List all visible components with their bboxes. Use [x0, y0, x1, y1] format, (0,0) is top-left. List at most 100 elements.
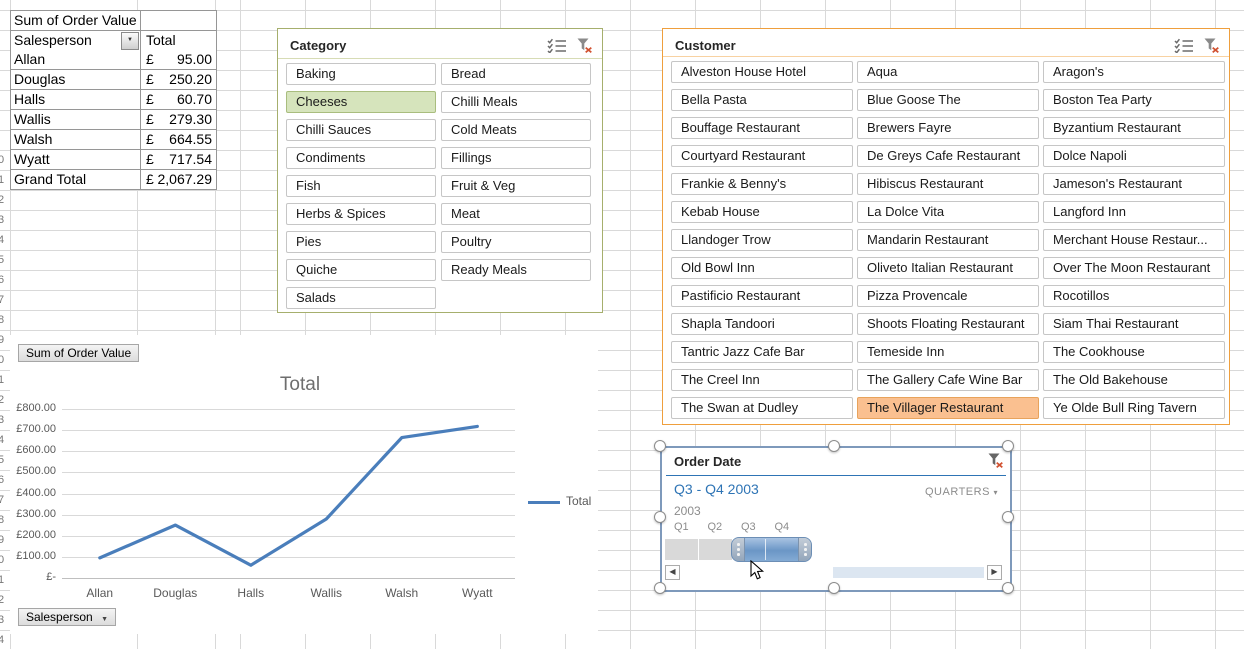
slicer-item[interactable]: Quiche	[286, 259, 436, 281]
slicer-item[interactable]: Cold Meats	[441, 119, 591, 141]
row-number: 7	[0, 490, 7, 510]
row-number: 1	[0, 570, 7, 590]
slicer-item[interactable]: Bella Pasta	[671, 89, 853, 111]
pivot-title-empty-cell	[141, 11, 216, 30]
pivot-row: Wallis£279.30	[11, 109, 216, 129]
timeline-quarter-bar[interactable]	[665, 539, 698, 560]
slicer-item[interactable]: Pastificio Restaurant	[671, 285, 853, 307]
slicer-item[interactable]: Mandarin Restaurant	[857, 229, 1039, 251]
clear-filter-icon[interactable]	[576, 37, 593, 59]
slicer-item[interactable]: Baking	[286, 63, 436, 85]
selection-handle[interactable]	[1002, 511, 1014, 523]
slicer-item[interactable]: Temeside Inn	[857, 341, 1039, 363]
row-number: 3	[0, 410, 7, 430]
slicer-item[interactable]: Merchant House Restaur...	[1043, 229, 1225, 251]
timeline-left-handle[interactable]	[732, 538, 745, 561]
slicer-item[interactable]: The Gallery Cafe Wine Bar	[857, 369, 1039, 391]
slicer-item[interactable]: Aqua	[857, 61, 1039, 83]
slicer-item[interactable]: Chilli Meals	[441, 91, 591, 113]
timeline-scroll-left-button[interactable]: ◀	[665, 565, 680, 580]
selection-handle[interactable]	[1002, 582, 1014, 594]
slicer-header-separator	[663, 56, 1229, 57]
slicer-item[interactable]: Fillings	[441, 147, 591, 169]
multi-select-icon[interactable]	[547, 38, 567, 58]
slicer-item[interactable]: Frankie & Benny's	[671, 173, 853, 195]
slicer-item[interactable]: Tantric Jazz Cafe Bar	[671, 341, 853, 363]
slicer-item[interactable]: La Dolce Vita	[857, 201, 1039, 223]
slicer-item[interactable]: Blue Goose The	[857, 89, 1039, 111]
chart-title: Total	[170, 374, 430, 396]
slicer-item[interactable]: Old Bowl Inn	[671, 257, 853, 279]
clear-filter-icon[interactable]	[987, 452, 1004, 474]
slicer-item[interactable]: Ye Olde Bull Ring Tavern	[1043, 397, 1225, 419]
row-number: 3	[0, 610, 7, 630]
selection-handle[interactable]	[654, 582, 666, 594]
pivot-value-header: Total	[141, 31, 216, 50]
x-axis-category-label: Douglas	[140, 586, 210, 600]
pivot-row-value: £279.30	[141, 110, 216, 129]
selection-handle[interactable]	[654, 440, 666, 452]
slicer-item[interactable]: De Greys Cafe Restaurant	[857, 145, 1039, 167]
slicer-item[interactable]: The Villager Restaurant	[857, 397, 1039, 419]
slicer-item[interactable]: Fish	[286, 175, 436, 197]
slicer-item[interactable]: Salads	[286, 287, 436, 309]
slicer-item[interactable]: Dolce Napoli	[1043, 145, 1225, 167]
slicer-item[interactable]: Siam Thai Restaurant	[1043, 313, 1225, 335]
slicer-item[interactable]: Pizza Provencale	[857, 285, 1039, 307]
timeline-quarter-label: Q1	[674, 521, 689, 533]
slicer-item[interactable]: Langford Inn	[1043, 201, 1225, 223]
slicer-item[interactable]: Oliveto Italian Restaurant	[857, 257, 1039, 279]
slicer-item[interactable]: Jameson's Restaurant	[1043, 173, 1225, 195]
selection-handle[interactable]	[654, 511, 666, 523]
slicer-item[interactable]: Courtyard Restaurant	[671, 145, 853, 167]
slicer-item[interactable]: Cheeses	[286, 91, 436, 113]
slicer-item[interactable]: Herbs & Spices	[286, 203, 436, 225]
slicer-item[interactable]: The Cookhouse	[1043, 341, 1225, 363]
slicer-item[interactable]: Bouffage Restaurant	[671, 117, 853, 139]
slicer-item[interactable]: Ready Meals	[441, 259, 591, 281]
slicer-item[interactable]: Brewers Fayre	[857, 117, 1039, 139]
slicer-item[interactable]: Byzantium Restaurant	[1043, 117, 1225, 139]
selection-handle[interactable]	[828, 582, 840, 594]
filter-dropdown-icon[interactable]: ▼	[121, 32, 139, 50]
slicer-item[interactable]: Poultry	[441, 231, 591, 253]
slicer-item[interactable]: Chilli Sauces	[286, 119, 436, 141]
slicer-item[interactable]: The Swan at Dudley	[671, 397, 853, 419]
slicer-item[interactable]: Llandoger Trow	[671, 229, 853, 251]
slicer-item[interactable]: Bread	[441, 63, 591, 85]
slicer-item[interactable]: Aragon's	[1043, 61, 1225, 83]
slicer-item[interactable]: Alveston House Hotel	[671, 61, 853, 83]
timeline-right-handle[interactable]	[798, 538, 811, 561]
timeline-quarter-label: Q2	[708, 521, 723, 533]
slicer-item[interactable]: Shapla Tandoori	[671, 313, 853, 335]
timeline-quarter-bar[interactable]	[699, 539, 732, 560]
slicer-item[interactable]: Condiments	[286, 147, 436, 169]
y-axis-tick-label: £400.00	[10, 486, 56, 500]
slicer-item[interactable]: Over The Moon Restaurant	[1043, 257, 1225, 279]
slicer-item[interactable]: Kebab House	[671, 201, 853, 223]
selection-handle[interactable]	[1002, 440, 1014, 452]
chart-gridline	[62, 557, 515, 558]
timeline-selected-span[interactable]	[731, 537, 812, 562]
timeline-granularity-dropdown[interactable]: QUARTERS ▾	[925, 486, 998, 498]
slicer-item[interactable]: Boston Tea Party	[1043, 89, 1225, 111]
slicer-item[interactable]: Pies	[286, 231, 436, 253]
chart-gridline	[62, 451, 515, 452]
chart-value-field-button[interactable]: Sum of Order Value	[18, 344, 139, 362]
slicer-item[interactable]: Shoots Floating Restaurant	[857, 313, 1039, 335]
slicer-item[interactable]: Hibiscus Restaurant	[857, 173, 1039, 195]
multi-select-icon[interactable]	[1174, 38, 1194, 58]
slicer-item[interactable]: The Creel Inn	[671, 369, 853, 391]
timeline-scroll-right-button[interactable]: ▶	[987, 565, 1002, 580]
excel-sheet: { "colors": { "category_border": "#a6af6…	[0, 0, 1244, 649]
slicer-item[interactable]: Fruit & Veg	[441, 175, 591, 197]
selection-handle[interactable]	[828, 440, 840, 452]
row-number: 4	[0, 430, 7, 450]
y-axis-tick-label: £300.00	[10, 507, 56, 521]
slicer-item[interactable]: Meat	[441, 203, 591, 225]
slicer-item[interactable]: Rocotillos	[1043, 285, 1225, 307]
slicer-item[interactable]: The Old Bakehouse	[1043, 369, 1225, 391]
row-number: 8	[0, 510, 7, 530]
chart-axis-field-button[interactable]: Salesperson ▼	[18, 608, 116, 626]
timeline-scrollbar-thumb[interactable]	[833, 567, 984, 578]
